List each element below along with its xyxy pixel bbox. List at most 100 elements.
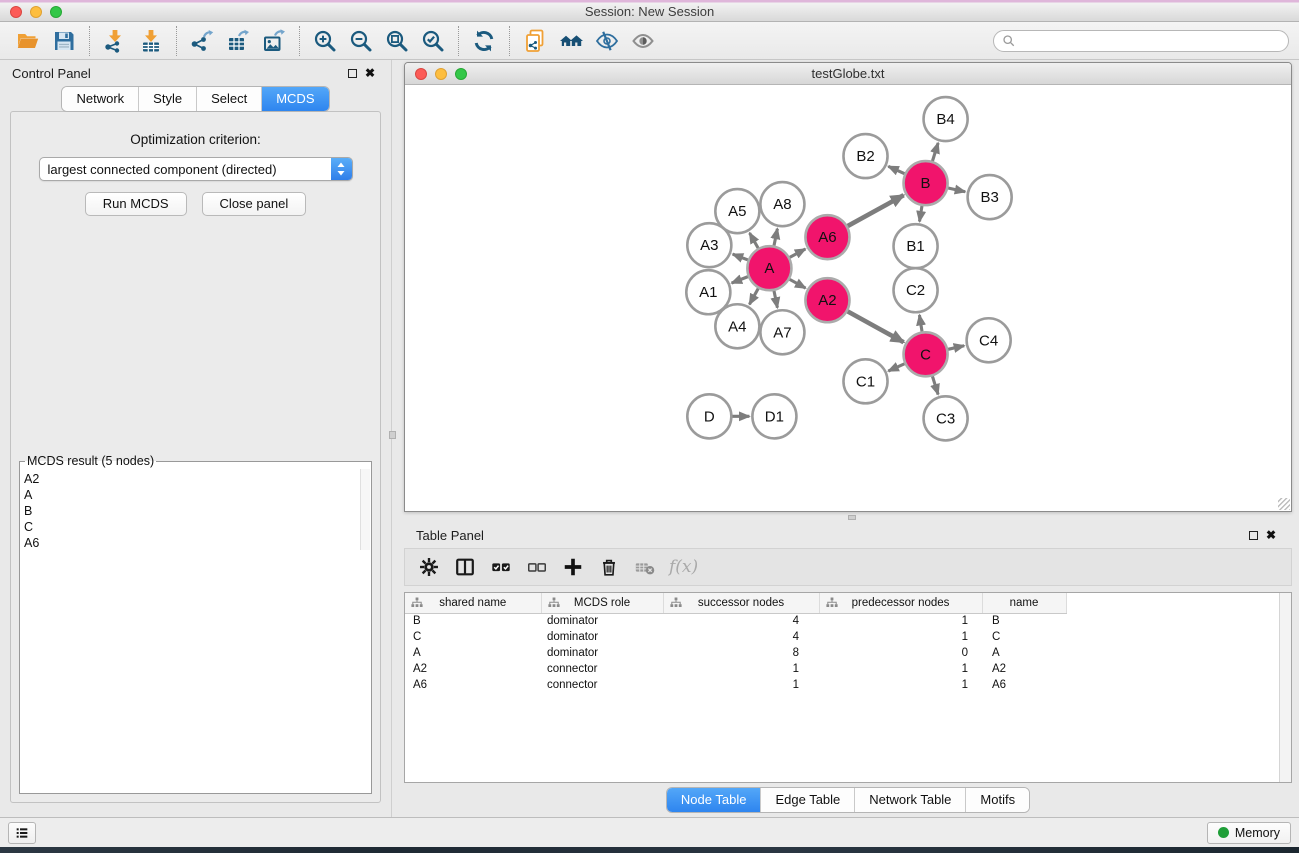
column-header-name[interactable]: name [982, 593, 1066, 613]
mcds-result-item[interactable]: B [24, 503, 357, 519]
graph-edge-B-B2[interactable] [888, 166, 904, 173]
graph-edge-C-C3[interactable] [932, 376, 938, 394]
table-cell[interactable]: A2 [405, 661, 541, 677]
graph-edge-A-A8[interactable] [774, 229, 777, 246]
table-row[interactable]: Bdominator41B [405, 613, 1066, 629]
graph-node-B1[interactable]: B1 [894, 224, 938, 268]
horizontal-splitter[interactable] [404, 512, 1292, 522]
run-mcds-button[interactable]: Run MCDS [85, 192, 187, 216]
table-cell[interactable]: 1 [819, 661, 982, 677]
graph-node-A2[interactable]: A2 [805, 278, 849, 322]
memory-button[interactable]: Memory [1207, 822, 1291, 844]
table-row[interactable]: Adominator80A [405, 645, 1066, 661]
table-cell[interactable]: C [982, 629, 1066, 645]
graph-node-C2[interactable]: C2 [894, 268, 938, 312]
close-window-button[interactable] [10, 6, 22, 18]
columns-button[interactable] [449, 551, 481, 583]
network-zoom-button[interactable] [455, 68, 467, 80]
graph-edge-A-A3[interactable] [733, 254, 748, 260]
window-resize-grip[interactable] [1278, 498, 1290, 510]
optimization-criterion-dropdown[interactable]: largest connected component (directed) [39, 157, 353, 181]
graph-node-A6[interactable]: A6 [805, 215, 849, 259]
graph-edge-A-A5[interactable] [750, 233, 759, 248]
table-cell[interactable]: connector [541, 661, 663, 677]
deselect-all-checkboxes-button[interactable] [521, 551, 553, 583]
graph-edge-A-A1[interactable] [732, 277, 748, 283]
search-input[interactable] [1020, 34, 1280, 48]
graph-edge-A-A7[interactable] [774, 291, 777, 308]
minimize-window-button[interactable] [30, 6, 42, 18]
graph-node-C[interactable]: C [904, 332, 948, 376]
table-cell[interactable]: A2 [982, 661, 1066, 677]
table-cell[interactable]: A [982, 645, 1066, 661]
export-image-button[interactable] [256, 25, 292, 57]
tab-mcds[interactable]: MCDS [262, 87, 328, 111]
network-close-button[interactable] [415, 68, 427, 80]
graph-edge-A2-C[interactable] [848, 311, 904, 342]
delete-row-button[interactable] [593, 551, 625, 583]
graph-node-B4[interactable]: B4 [924, 97, 968, 141]
table-cell[interactable]: dominator [541, 629, 663, 645]
search-box[interactable] [993, 30, 1289, 52]
table-cell[interactable]: A6 [982, 677, 1066, 693]
tab-select[interactable]: Select [197, 87, 262, 111]
graph-edge-C-C2[interactable] [919, 315, 922, 332]
table-row[interactable]: Cdominator41C [405, 629, 1066, 645]
graph-edge-A6-B[interactable] [848, 195, 904, 226]
close-panel-button[interactable]: ✖ [361, 65, 379, 81]
graph-edge-C-C4[interactable] [948, 346, 964, 350]
tab-style[interactable]: Style [139, 87, 197, 111]
graph-edge-A-A4[interactable] [749, 288, 758, 304]
mcds-result-item[interactable]: A6 [24, 535, 357, 551]
toggle-graphics-details-button[interactable] [589, 25, 625, 57]
zoom-fit-button[interactable] [379, 25, 415, 57]
table-cell[interactable]: connector [541, 677, 663, 693]
mcds-result-item[interactable]: C [24, 519, 357, 535]
table-cell[interactable]: 1 [819, 677, 982, 693]
network-canvas[interactable]: AA1A2A3A4A5A6A7A8BB1B2B3B4CC1C2C3C4DD1 [405, 85, 1291, 511]
eye-button[interactable] [625, 25, 661, 57]
graph-node-C1[interactable]: C1 [843, 359, 887, 403]
select-all-checkboxes-button[interactable] [485, 551, 517, 583]
table-cell[interactable]: A6 [405, 677, 541, 693]
graph-node-C4[interactable]: C4 [967, 318, 1011, 362]
graph-node-A5[interactable]: A5 [715, 189, 759, 233]
table-float-button[interactable] [1244, 527, 1262, 543]
table-cell[interactable]: 4 [663, 613, 819, 629]
zoom-out-button[interactable] [343, 25, 379, 57]
graph-node-D1[interactable]: D1 [752, 394, 796, 438]
tab-edge-table[interactable]: Edge Table [761, 788, 855, 812]
table-scrollbar[interactable] [1279, 593, 1291, 782]
column-header-shared-name[interactable]: shared name [405, 593, 541, 613]
graph-edge-A-A6[interactable] [790, 249, 806, 257]
table-cell[interactable]: B [405, 613, 541, 629]
column-header-predecessor-nodes[interactable]: predecessor nodes [819, 593, 982, 613]
graph-node-A7[interactable]: A7 [760, 310, 804, 354]
horizontal-splitter-handle[interactable] [848, 515, 856, 520]
zoom-window-button[interactable] [50, 6, 62, 18]
table-row[interactable]: A6connector11A6 [405, 677, 1066, 693]
graph-node-B[interactable]: B [904, 161, 948, 205]
tab-node-table[interactable]: Node Table [667, 788, 762, 812]
graph-node-C3[interactable]: C3 [924, 396, 968, 440]
table-cell[interactable]: 1 [663, 661, 819, 677]
table-cell[interactable]: 1 [663, 677, 819, 693]
graph-node-A8[interactable]: A8 [760, 182, 804, 226]
import-network-button[interactable] [97, 25, 133, 57]
window-titlebar[interactable]: Session: New Session [0, 0, 1299, 22]
close-panel-action-button[interactable]: Close panel [202, 192, 307, 216]
zoom-in-button[interactable] [307, 25, 343, 57]
refresh-button[interactable] [466, 25, 502, 57]
graph-edge-A-A2[interactable] [790, 279, 806, 288]
table-row[interactable]: A2connector11A2 [405, 661, 1066, 677]
table-cell[interactable]: dominator [541, 645, 663, 661]
graph-node-B2[interactable]: B2 [843, 134, 887, 178]
home-button[interactable] [553, 25, 589, 57]
gear-button[interactable] [413, 551, 445, 583]
save-session-button[interactable] [46, 25, 82, 57]
graph-node-D[interactable]: D [687, 394, 731, 438]
export-network-button[interactable] [184, 25, 220, 57]
table-cell[interactable]: dominator [541, 613, 663, 629]
graph-edge-B-B4[interactable] [932, 143, 938, 161]
column-header-mcds-role[interactable]: MCDS role [541, 593, 663, 613]
